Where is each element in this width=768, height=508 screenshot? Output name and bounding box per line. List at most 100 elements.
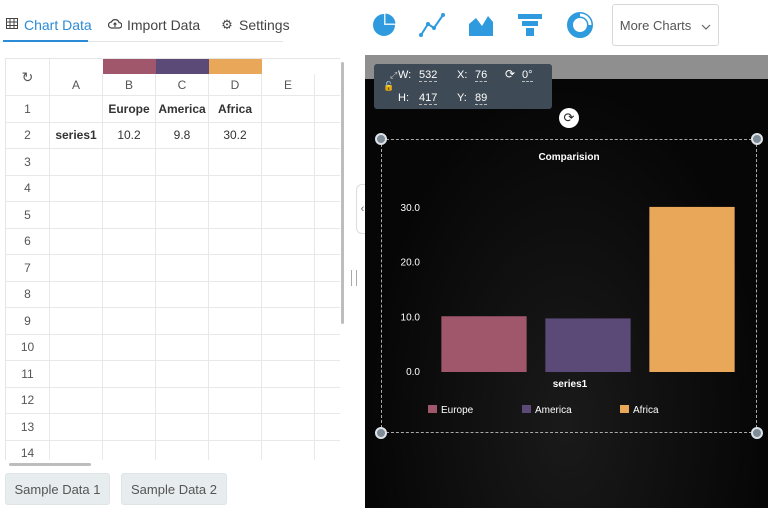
area-chart-icon[interactable] bbox=[466, 10, 496, 40]
grid-cell[interactable] bbox=[209, 281, 262, 308]
grid-cell[interactable] bbox=[209, 255, 262, 282]
grid-cell[interactable] bbox=[262, 281, 315, 308]
grid-cell[interactable]: Africa bbox=[209, 96, 262, 123]
grid-cell[interactable] bbox=[315, 388, 340, 414]
row-number[interactable]: 7 bbox=[6, 255, 50, 282]
grid-cell[interactable] bbox=[156, 202, 209, 229]
grid-cell[interactable] bbox=[50, 149, 103, 176]
grid-cell[interactable] bbox=[209, 414, 262, 441]
grid-cell[interactable]: 10.2 bbox=[103, 122, 156, 149]
grid-cell[interactable] bbox=[209, 228, 262, 255]
y-value[interactable]: 89 bbox=[475, 92, 488, 105]
row-number[interactable]: 9 bbox=[6, 308, 50, 335]
grid-cell[interactable] bbox=[315, 202, 340, 229]
grid-cell[interactable] bbox=[262, 228, 315, 255]
row-number[interactable]: 11 bbox=[6, 361, 50, 388]
rotation-value[interactable]: 0° bbox=[522, 69, 533, 82]
row-number[interactable]: 13 bbox=[6, 414, 50, 441]
grid-cell[interactable] bbox=[262, 387, 315, 414]
grid-cell[interactable] bbox=[103, 149, 156, 176]
grid-cell[interactable] bbox=[103, 387, 156, 414]
column-header[interactable]: B bbox=[103, 74, 156, 96]
grid-cell[interactable] bbox=[103, 414, 156, 441]
grid-cell[interactable] bbox=[103, 334, 156, 361]
grid-cell[interactable] bbox=[50, 387, 103, 414]
grid-cell[interactable] bbox=[262, 96, 315, 123]
grid-cell[interactable]: America bbox=[156, 96, 209, 123]
tab-import-data[interactable]: Import Data bbox=[107, 12, 200, 38]
more-charts-dropdown[interactable]: More Charts bbox=[612, 4, 719, 46]
grid-cell[interactable] bbox=[103, 175, 156, 202]
grid-cell[interactable]: Europe bbox=[103, 96, 156, 123]
grid-cell[interactable] bbox=[262, 255, 315, 282]
row-number[interactable]: 1 bbox=[6, 96, 50, 123]
bar-chart[interactable]: Comparision 0.0 10.0 20.0 30.0 series1 Europe A… bbox=[382, 140, 756, 432]
grid-cell[interactable] bbox=[315, 414, 340, 441]
grid-cell[interactable] bbox=[262, 440, 315, 460]
grid-cell[interactable] bbox=[315, 282, 340, 308]
donut-chart-icon[interactable] bbox=[565, 10, 595, 40]
panel-resize-handle[interactable] bbox=[351, 270, 357, 286]
tab-settings[interactable]: ⚙ Settings bbox=[220, 12, 289, 38]
rotate-handle[interactable]: ⟳ bbox=[559, 108, 579, 128]
grid-cell[interactable]: 30.2 bbox=[209, 122, 262, 149]
width-value[interactable]: 532 bbox=[419, 69, 438, 82]
pie-chart-icon[interactable] bbox=[369, 10, 399, 40]
grid-cell[interactable] bbox=[50, 281, 103, 308]
grid-cell[interactable] bbox=[156, 255, 209, 282]
grid-cell[interactable] bbox=[315, 96, 340, 123]
grid-cell[interactable] bbox=[315, 441, 340, 461]
grid-vertical-scrollbar[interactable] bbox=[341, 62, 344, 324]
row-number[interactable]: 10 bbox=[6, 334, 50, 361]
height-value[interactable]: 417 bbox=[419, 92, 438, 105]
grid-cell[interactable] bbox=[156, 361, 209, 388]
lock-icon[interactable]: 🔓 bbox=[383, 81, 394, 92]
column-header[interactable]: E bbox=[262, 74, 315, 96]
x-value[interactable]: 76 bbox=[475, 69, 488, 82]
grid-cell[interactable] bbox=[50, 361, 103, 388]
row-number[interactable]: 3 bbox=[6, 149, 50, 176]
sample-data-2-button[interactable]: Sample Data 2 bbox=[121, 473, 227, 505]
grid-cell[interactable] bbox=[50, 308, 103, 335]
row-number[interactable]: 4 bbox=[6, 175, 50, 202]
grid-cell[interactable] bbox=[209, 202, 262, 229]
grid-cell[interactable] bbox=[209, 361, 262, 388]
column-header[interactable]: D bbox=[209, 74, 262, 96]
grid-cell[interactable] bbox=[103, 361, 156, 388]
grid-cell[interactable] bbox=[50, 96, 103, 123]
grid-cell[interactable] bbox=[103, 202, 156, 229]
grid-cell[interactable] bbox=[156, 334, 209, 361]
grid-cell[interactable] bbox=[209, 440, 262, 460]
row-number[interactable]: 14 bbox=[6, 440, 50, 460]
grid-cell[interactable] bbox=[156, 228, 209, 255]
grid-cell[interactable] bbox=[262, 334, 315, 361]
grid-cell[interactable] bbox=[315, 229, 340, 255]
link-icon[interactable]: ⤢ bbox=[390, 70, 397, 81]
grid-cell[interactable] bbox=[209, 308, 262, 335]
grid-cell[interactable] bbox=[156, 175, 209, 202]
grid-cell[interactable] bbox=[156, 149, 209, 176]
sample-data-1-button[interactable]: Sample Data 1 bbox=[5, 473, 110, 505]
grid-cell[interactable] bbox=[209, 149, 262, 176]
grid-cell[interactable] bbox=[50, 228, 103, 255]
column-header[interactable] bbox=[315, 59, 340, 96]
grid-cell[interactable] bbox=[50, 175, 103, 202]
grid-cell[interactable] bbox=[315, 176, 340, 202]
grid-cell[interactable] bbox=[103, 440, 156, 460]
grid-cell[interactable] bbox=[315, 308, 340, 335]
line-chart-icon[interactable] bbox=[417, 10, 447, 40]
grid-cell[interactable] bbox=[315, 123, 340, 149]
row-number[interactable]: 12 bbox=[6, 387, 50, 414]
column-color-swatch[interactable] bbox=[103, 59, 156, 74]
grid-cell[interactable] bbox=[103, 308, 156, 335]
grid-cell[interactable] bbox=[262, 361, 315, 388]
grid-cell[interactable] bbox=[156, 308, 209, 335]
grid-cell[interactable] bbox=[103, 281, 156, 308]
grid-cell[interactable] bbox=[156, 440, 209, 460]
row-number[interactable]: 5 bbox=[6, 202, 50, 229]
grid-cell[interactable] bbox=[262, 308, 315, 335]
grid-cell[interactable] bbox=[315, 149, 340, 176]
grid-cell[interactable] bbox=[262, 122, 315, 149]
column-color-swatch[interactable] bbox=[209, 59, 262, 74]
grid-cell[interactable] bbox=[315, 255, 340, 282]
